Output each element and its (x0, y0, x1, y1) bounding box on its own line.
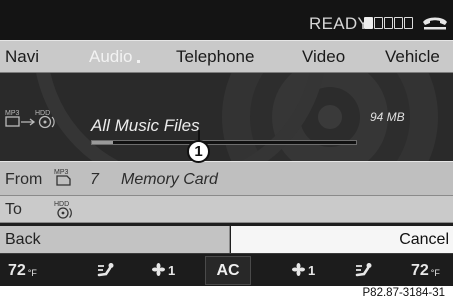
temp-unit-left: °F (27, 268, 37, 278)
menu-item-video[interactable]: Video (302, 47, 345, 67)
callout-marker: 1 (187, 140, 210, 163)
menu-item-navi[interactable]: Navi (5, 47, 39, 67)
svg-text:MP3: MP3 (54, 169, 69, 176)
left-temperature[interactable]: 72 °F (8, 262, 37, 280)
air-distribution-icon-right[interactable] (354, 262, 374, 280)
svg-text:HDD: HDD (35, 110, 50, 117)
back-button[interactable]: Back (0, 226, 230, 253)
fan-icon (152, 263, 165, 276)
right-temp-value: 72 (411, 262, 429, 279)
mp3-card-icon: MP3 (54, 169, 71, 186)
svg-text:HDD: HDD (54, 201, 69, 208)
status-bar: READY (0, 0, 453, 40)
ac-button[interactable]: AC (205, 256, 251, 285)
from-number: 7 (90, 171, 99, 188)
left-fan-speed[interactable]: 1 (152, 263, 175, 278)
to-label: To (5, 201, 22, 218)
right-fan-value: 1 (308, 263, 316, 278)
hdd-icon: HDD (54, 201, 72, 219)
copy-progress-bar (91, 140, 357, 145)
left-fan-value: 1 (168, 263, 176, 278)
from-source-name: Memory Card (121, 171, 218, 188)
climate-bar: 72 °F 1 AC 1 72 °F (0, 253, 453, 286)
copy-progress-panel: MP3 HDD All Music Files 94 MB (0, 73, 453, 161)
menu-item-vehicle[interactable]: Vehicle (385, 47, 440, 67)
main-menu-bar: Navi Audio Telephone Video Vehicle (0, 40, 453, 73)
signal-strength-icon (364, 17, 414, 29)
left-temp-value: 72 (8, 262, 26, 279)
file-size: 94 MB (370, 110, 405, 124)
temp-unit-right: °F (430, 268, 440, 278)
copy-from-row: From MP3 7 Memory Card (0, 161, 453, 196)
right-fan-speed[interactable]: 1 (292, 263, 315, 278)
head-unit-screen: READY Navi Audio Telephone Video Vehicle… (0, 0, 453, 286)
fan-icon (292, 263, 305, 276)
phone-handset-icon (423, 17, 447, 30)
mp3-to-hdd-copy-icon: MP3 HDD (5, 110, 55, 129)
copy-progress-fill (92, 141, 114, 144)
from-label: From (5, 171, 43, 188)
menu-item-telephone[interactable]: Telephone (176, 47, 254, 67)
air-distribution-icon-left[interactable] (96, 262, 116, 280)
copy-to-row: To HDD (0, 196, 453, 223)
menu-item-audio[interactable]: Audio (89, 47, 140, 67)
cancel-button[interactable]: Cancel (231, 226, 453, 253)
folder-name: All Music Files (91, 116, 200, 135)
status-text: READY (309, 14, 370, 33)
figure-caption: P82.87-3184-31 (362, 287, 445, 299)
right-temperature[interactable]: 72 °F (411, 262, 440, 280)
svg-text:MP3: MP3 (5, 110, 20, 117)
